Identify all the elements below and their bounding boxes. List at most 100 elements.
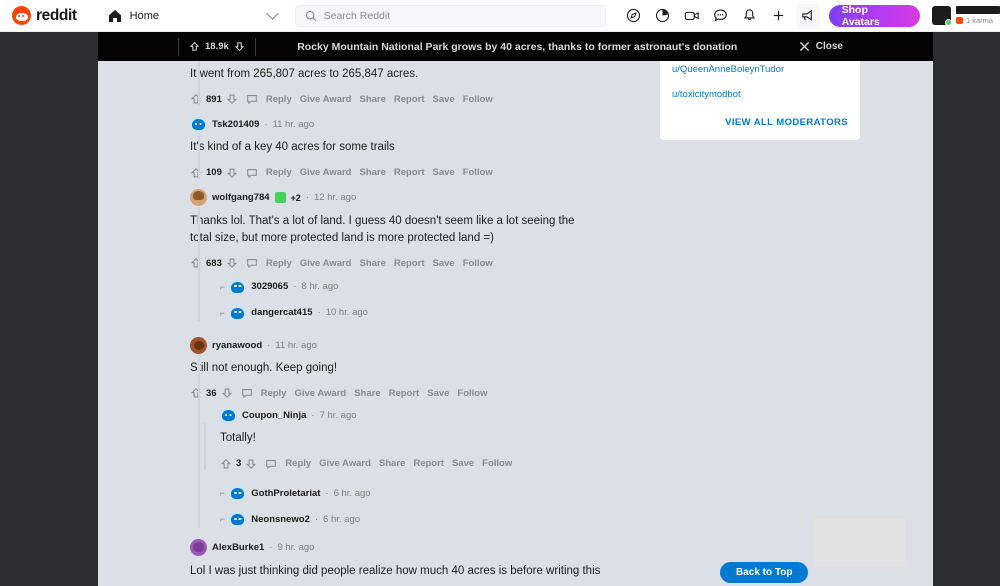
avatar[interactable]: [190, 539, 207, 556]
follow-button[interactable]: Follow: [457, 388, 487, 399]
report-button[interactable]: Report: [394, 258, 425, 269]
comment-author[interactable]: ryanawood: [212, 340, 262, 351]
reply-button[interactable]: Reply: [266, 94, 292, 105]
reply-button[interactable]: Reply: [266, 258, 292, 269]
thread-line[interactable]: [198, 206, 200, 321]
user-menu[interactable]: 1 karma: [932, 6, 1000, 26]
downvote-icon[interactable]: [221, 387, 233, 399]
report-button[interactable]: Report: [394, 167, 425, 178]
trending-icon[interactable]: [651, 4, 675, 28]
chevron-down-icon: [265, 7, 279, 20]
video-icon[interactable]: [680, 4, 704, 28]
chat-icon[interactable]: [709, 4, 733, 28]
upvote-icon[interactable]: [190, 93, 202, 105]
save-button[interactable]: Save: [433, 167, 455, 178]
comment-author[interactable]: wolfgang784: [212, 192, 270, 203]
create-post-icon[interactable]: [767, 4, 791, 28]
shop-avatars-button[interactable]: Shop Avatars: [828, 4, 920, 28]
save-button[interactable]: Save: [427, 388, 449, 399]
vote-count: 683: [206, 257, 222, 269]
comment-header: Coupon_Ninja · 7 hr. ago: [220, 406, 668, 424]
share-button[interactable]: Share: [359, 258, 385, 269]
share-button[interactable]: Share: [379, 458, 405, 469]
follow-button[interactable]: Follow: [463, 167, 493, 178]
comment-author[interactable]: 3029065: [251, 281, 288, 292]
give-award-button[interactable]: Give Award: [294, 388, 346, 399]
comment-bubble-icon[interactable]: [265, 458, 277, 470]
save-button[interactable]: Save: [433, 258, 455, 269]
expand-icon[interactable]: ⌐: [220, 488, 225, 498]
comment-bubble-icon[interactable]: [246, 167, 258, 179]
give-award-button[interactable]: Give Award: [300, 258, 352, 269]
avatar[interactable]: [220, 406, 237, 424]
avatar[interactable]: [229, 278, 247, 295]
expand-icon[interactable]: ⌐: [220, 282, 225, 292]
comment-author[interactable]: GothProletariat: [251, 488, 320, 499]
avatar[interactable]: [229, 304, 247, 321]
upvote-icon[interactable]: [220, 458, 232, 470]
avatar[interactable]: [229, 484, 247, 502]
banner-post-title[interactable]: Rocky Mountain National Park grows by 40…: [236, 41, 799, 53]
expand-icon[interactable]: ⌐: [220, 308, 225, 318]
thread-line[interactable]: [198, 349, 200, 528]
thread-line[interactable]: [204, 423, 206, 470]
give-award-button[interactable]: Give Award: [300, 167, 352, 178]
popular-icon[interactable]: [622, 4, 646, 28]
advertise-icon[interactable]: [795, 3, 820, 28]
share-button[interactable]: Share: [359, 167, 385, 178]
collapsed-comment[interactable]: ⌐ dangercat415 · 10 hr. ago: [220, 295, 668, 321]
search-input[interactable]: Search Reddit: [294, 4, 606, 27]
comment-author[interactable]: dangercat415: [251, 307, 312, 318]
downvote-icon[interactable]: [226, 257, 238, 269]
comment-bubble-icon[interactable]: [241, 387, 253, 399]
collapsed-comment[interactable]: ⌐ Neonsnewo2 · 6 hr. ago: [220, 502, 668, 528]
follow-button[interactable]: Follow: [482, 458, 512, 469]
save-button[interactable]: Save: [433, 94, 455, 105]
award-icon[interactable]: [274, 192, 286, 203]
comment-bubble-icon[interactable]: [246, 257, 258, 269]
save-button[interactable]: Save: [452, 458, 474, 469]
upvote-icon[interactable]: [190, 387, 202, 399]
reddit-logo[interactable]: reddit: [0, 6, 77, 25]
comment-author[interactable]: Tsk201409: [212, 119, 259, 130]
avatar[interactable]: [190, 115, 207, 133]
collapsed-comment[interactable]: ⌐ GothProletariat · 6 hr. ago: [220, 476, 668, 502]
banner-close-button[interactable]: Close: [799, 41, 843, 52]
share-button[interactable]: Share: [354, 388, 380, 399]
reply-button[interactable]: Reply: [285, 458, 311, 469]
avatar[interactable]: [190, 189, 207, 206]
reddit-snoo-icon: [12, 6, 31, 25]
report-button[interactable]: Report: [413, 458, 444, 469]
collapsed-comment[interactable]: ⌐ 3029065 · 8 hr. ago: [220, 269, 668, 295]
upvote-icon[interactable]: [190, 167, 202, 179]
back-to-top-button[interactable]: Back to Top: [720, 562, 809, 583]
comment-author[interactable]: AlexBurke1: [212, 542, 264, 553]
give-award-button[interactable]: Give Award: [319, 458, 371, 469]
comment-author[interactable]: Neonsnewo2: [251, 514, 310, 525]
comment-bubble-icon[interactable]: [246, 93, 258, 105]
downvote-icon[interactable]: [226, 93, 238, 105]
comment-author[interactable]: Coupon_Ninja: [242, 410, 306, 421]
moderator-link[interactable]: u/toxicitymodbot: [672, 82, 848, 107]
share-button[interactable]: Share: [359, 94, 385, 105]
reply-button[interactable]: Reply: [261, 388, 287, 399]
follow-button[interactable]: Follow: [463, 94, 493, 105]
view-all-moderators-link[interactable]: VIEW ALL MODERATORS: [672, 107, 848, 128]
expand-icon[interactable]: ⌐: [220, 514, 225, 524]
thread-line[interactable]: [198, 133, 200, 179]
avatar[interactable]: [229, 510, 247, 528]
avatar[interactable]: [190, 336, 207, 354]
upvote-icon[interactable]: [190, 257, 202, 269]
upvote-icon[interactable]: [189, 41, 200, 52]
comment-timestamp: 7 hr. ago: [319, 409, 357, 421]
downvote-icon[interactable]: [245, 458, 257, 470]
give-award-button[interactable]: Give Award: [300, 94, 352, 105]
reply-button[interactable]: Reply: [266, 167, 292, 178]
report-button[interactable]: Report: [389, 388, 420, 399]
follow-button[interactable]: Follow: [463, 258, 493, 269]
thread-line[interactable]: [198, 60, 200, 106]
notifications-icon[interactable]: [738, 4, 762, 28]
downvote-icon[interactable]: [226, 167, 238, 179]
home-dropdown[interactable]: Home: [99, 3, 285, 29]
report-button[interactable]: Report: [394, 94, 425, 105]
